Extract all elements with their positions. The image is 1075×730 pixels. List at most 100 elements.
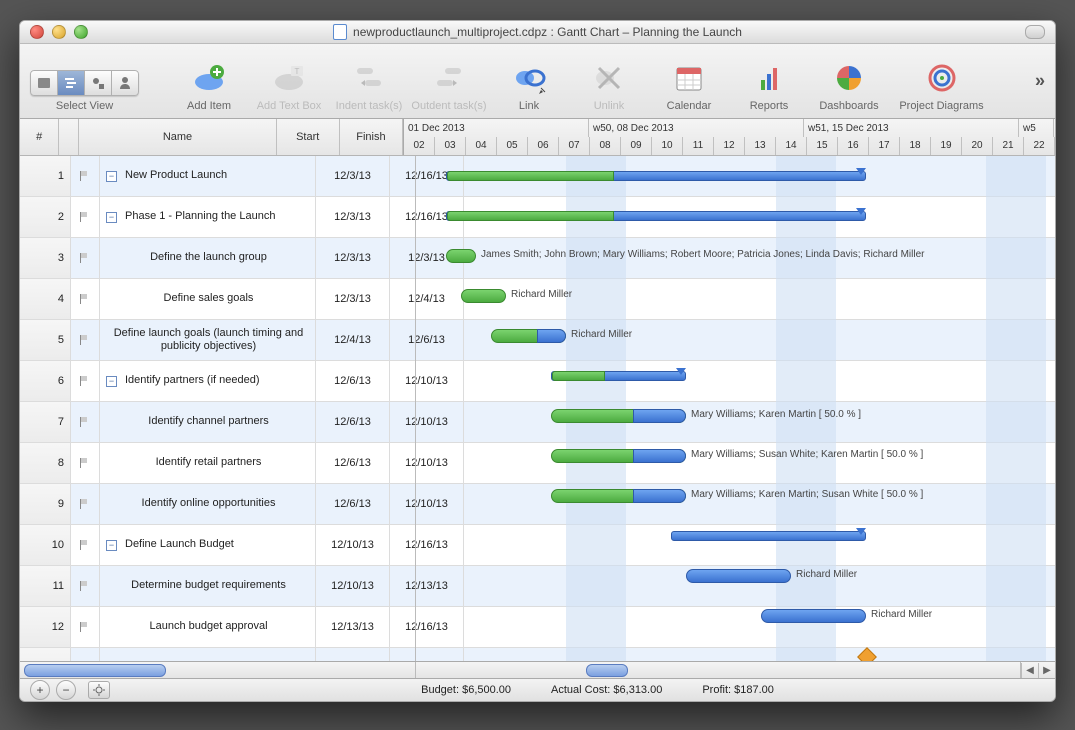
gantt-hscroll-track[interactable]	[416, 662, 1021, 678]
task-start-date[interactable]: 12/6/13	[316, 443, 390, 483]
row-number[interactable]: 13	[20, 648, 71, 661]
link-button[interactable]: Link	[489, 58, 569, 112]
row-number[interactable]: 5	[20, 320, 71, 360]
table-hscroll-thumb[interactable]	[24, 664, 166, 677]
minimize-window-button[interactable]	[52, 25, 66, 39]
summary-bar[interactable]	[446, 211, 866, 221]
indent-tasks-button[interactable]: Indent task(s)	[329, 58, 409, 112]
task-name-cell[interactable]: Identify channel partners	[100, 402, 316, 442]
settings-gear-button[interactable]	[88, 681, 110, 699]
close-window-button[interactable]	[30, 25, 44, 39]
scroll-left-button[interactable]: ◀	[1021, 663, 1038, 678]
toolbar-toggle-button[interactable]	[1025, 25, 1045, 39]
task-bar[interactable]: Mary Williams; Susan White; Karen Martin…	[551, 449, 686, 463]
task-start-date[interactable]: 12/6/13	[316, 402, 390, 442]
row-number[interactable]: 8	[20, 443, 71, 483]
task-start-date[interactable]: 12/16/13	[316, 648, 390, 661]
summary-bar[interactable]	[671, 531, 866, 541]
project-diagrams-button[interactable]: Project Diagrams	[889, 58, 994, 112]
task-name-cell[interactable]: Identify online opportunities	[100, 484, 316, 524]
row-number[interactable]: 12	[20, 607, 71, 647]
task-bar[interactable]: Richard Miller	[686, 569, 791, 583]
row-number[interactable]: 3	[20, 238, 71, 278]
row-info-cell	[71, 607, 100, 647]
task-name-cell[interactable]: Define launch goals (launch timing and p…	[100, 320, 316, 360]
task-bar[interactable]: James Smith; John Brown; Mary Williams; …	[446, 249, 476, 263]
task-start-date[interactable]: 12/4/13	[316, 320, 390, 360]
row-number[interactable]: 9	[20, 484, 71, 524]
task-start-date[interactable]: 12/3/13	[316, 279, 390, 319]
view-button-4[interactable]	[112, 70, 139, 96]
reports-button[interactable]: Reports	[729, 58, 809, 112]
zoom-window-button[interactable]	[74, 25, 88, 39]
expand-collapse-button[interactable]: −	[106, 540, 117, 551]
task-name-cell[interactable]: −Phase 1 - Planning the Launch	[100, 197, 316, 237]
view-button-gantt[interactable]	[58, 70, 85, 96]
row-number[interactable]: 1	[20, 156, 71, 196]
expand-collapse-button[interactable]: −	[106, 171, 117, 182]
row-number[interactable]: 4	[20, 279, 71, 319]
table-hscroll-track[interactable]	[20, 662, 416, 678]
row-number[interactable]: 6	[20, 361, 71, 401]
scroll-right-button[interactable]: ▶	[1038, 663, 1055, 678]
task-bar[interactable]: Mary Williams; Karen Martin; Susan White…	[551, 489, 686, 503]
title-bar: newproductlaunch_multiproject.cdpz : Gan…	[20, 21, 1055, 44]
row-number[interactable]: 11	[20, 566, 71, 606]
calendar-button[interactable]: Calendar	[649, 58, 729, 112]
add-text-box-button[interactable]: T Add Text Box	[249, 58, 329, 112]
row-info-cell	[71, 566, 100, 606]
column-header-start[interactable]: Start	[277, 119, 340, 155]
toolbar-overflow-icon[interactable]: »	[1035, 71, 1045, 92]
week-header: w50, 08 Dec 2013	[589, 119, 804, 137]
task-name-cell[interactable]: −Identify partners (if needed)	[100, 361, 316, 401]
add-row-button[interactable]: +	[30, 680, 50, 700]
column-header-name[interactable]: Name	[79, 119, 276, 155]
column-header-number[interactable]: #	[20, 119, 59, 155]
view-button-1[interactable]	[30, 70, 58, 96]
expand-collapse-button[interactable]: −	[106, 376, 117, 387]
task-bar-label: Richard Miller	[511, 289, 572, 300]
task-name-cell[interactable]: −New Product Launch	[100, 156, 316, 196]
task-bar[interactable]: Richard Miller	[761, 609, 866, 623]
milestone-marker[interactable]: 12/16/13	[857, 647, 877, 661]
task-name-cell[interactable]: −Define Launch Budget	[100, 525, 316, 565]
dashboards-button[interactable]: Dashboards	[809, 58, 889, 112]
task-bar[interactable]: Mary Williams; Karen Martin [ 50.0 % ]	[551, 409, 686, 423]
row-number[interactable]: 2	[20, 197, 71, 237]
summary-bar[interactable]	[446, 171, 866, 181]
view-button-3[interactable]	[85, 70, 112, 96]
task-name-cell[interactable]: Identify retail partners	[100, 443, 316, 483]
expand-collapse-button[interactable]: −	[106, 212, 117, 223]
add-item-button[interactable]: Add Item	[169, 58, 249, 112]
summary-bar[interactable]	[551, 371, 686, 381]
task-start-date[interactable]: 12/10/13	[316, 566, 390, 606]
row-number[interactable]: 10	[20, 525, 71, 565]
view-segmented-control[interactable]	[30, 70, 139, 96]
column-header-info[interactable]	[59, 119, 79, 155]
task-start-date[interactable]: 12/3/13	[316, 197, 390, 237]
column-header-finish[interactable]: Finish	[340, 119, 403, 155]
task-name-cell[interactable]: Launch budget approval	[100, 607, 316, 647]
task-start-date[interactable]: 12/10/13	[316, 525, 390, 565]
task-start-date[interactable]: 12/3/13	[316, 238, 390, 278]
zoom-controls: + −	[30, 680, 110, 700]
task-name-cell[interactable]: Define sales goals	[100, 279, 316, 319]
row-info-cell	[71, 525, 100, 565]
task-start-date[interactable]: 12/13/13	[316, 607, 390, 647]
gantt-canvas[interactable]: James Smith; John Brown; Mary Williams; …	[415, 156, 1055, 661]
outdent-tasks-button[interactable]: Outdent task(s)	[409, 58, 489, 112]
gantt-hscroll-thumb[interactable]	[586, 664, 628, 677]
unlink-button[interactable]: Unlink	[569, 58, 649, 112]
task-name-cell[interactable]: Planning Complete	[100, 648, 316, 661]
task-bar[interactable]: Richard Miller	[491, 329, 566, 343]
task-name-cell[interactable]: Determine budget requirements	[100, 566, 316, 606]
task-start-date[interactable]: 12/6/13	[316, 361, 390, 401]
task-start-date[interactable]: 12/3/13	[316, 156, 390, 196]
flag-icon	[80, 622, 90, 632]
row-number[interactable]: 7	[20, 402, 71, 442]
task-bar[interactable]: Richard Miller	[461, 289, 506, 303]
task-start-date[interactable]: 12/6/13	[316, 484, 390, 524]
remove-row-button[interactable]: −	[56, 680, 76, 700]
sheet-header: # Name Start Finish 01 Dec 2013w50, 08 D…	[20, 119, 1055, 156]
task-name-cell[interactable]: Define the launch group	[100, 238, 316, 278]
